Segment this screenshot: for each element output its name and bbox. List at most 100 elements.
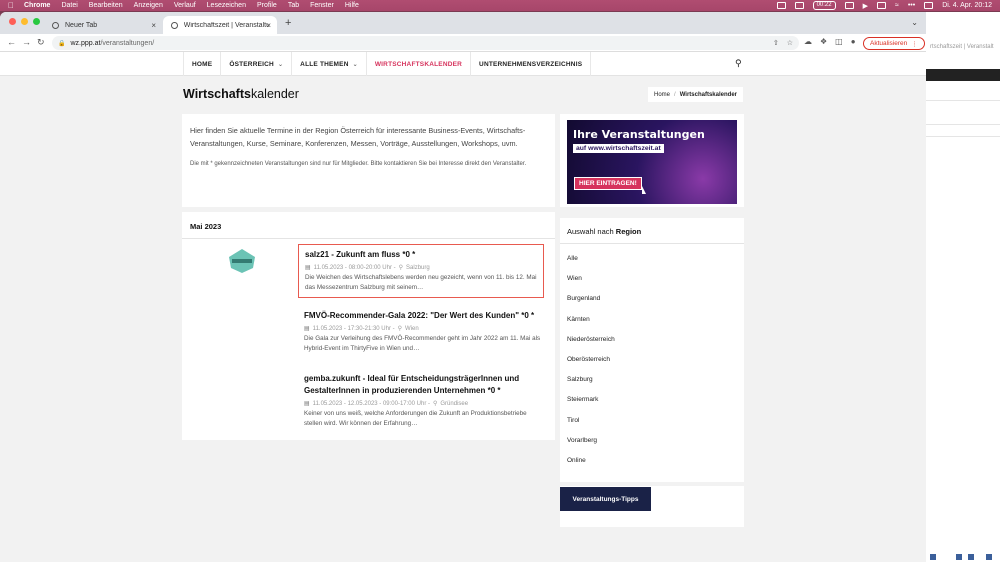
minimize-window-button[interactable] [21, 18, 28, 25]
sidepanel-icon[interactable]: ◫ [835, 37, 843, 46]
profile-icon[interactable]: ● [851, 37, 856, 46]
wifi-icon[interactable]: ≈ [895, 2, 899, 9]
menu-fenster[interactable]: Fenster [310, 2, 334, 9]
dock-app-icon[interactable] [968, 554, 974, 560]
apple-icon[interactable]:  [8, 1, 14, 10]
browser-window: Neuer Tab × Wirtschaftszeit | Veranstalt… [0, 12, 926, 562]
capture-icon[interactable] [844, 2, 854, 9]
region-item-wien[interactable]: Wien [567, 272, 737, 292]
region-item-kaernten[interactable]: Kärnten [567, 313, 737, 333]
region-item-vorarlberg[interactable]: Vorarlberg [567, 434, 737, 454]
nav-alle-themen[interactable]: ALLE THEMEN ⌄ [291, 52, 366, 76]
breadcrumb-home[interactable]: Home [654, 92, 670, 98]
nav-label: ALLE THEMEN [300, 60, 349, 68]
tab-search-chevron-icon[interactable]: ⌄ [911, 18, 918, 27]
nav-label: HOME [192, 60, 213, 68]
battery-icon[interactable] [876, 2, 886, 9]
more-dots-icon[interactable]: ••• [908, 2, 915, 9]
page-title-bold: Wirtschafts [183, 87, 251, 101]
event-logo[interactable] [227, 248, 257, 274]
forward-icon[interactable]: → [22, 37, 31, 47]
banner-image[interactable]: Ihre Veranstaltungen auf www.wirtschafts… [567, 120, 737, 204]
menu-hilfe[interactable]: Hilfe [345, 2, 359, 9]
lock-icon[interactable]: 🔒 [58, 40, 65, 47]
page-title-rest: kalender [250, 87, 299, 101]
region-heading: Auswahl nach Region [560, 218, 744, 244]
region-item-tirol[interactable]: Tirol [567, 414, 737, 434]
clock[interactable]: Di. 4. Apr. 20:12 [942, 2, 992, 9]
control-center-icon[interactable] [924, 2, 934, 9]
zoom-window-button[interactable] [33, 18, 40, 25]
event-title[interactable]: gemba.zukunft - Ideal für Entscheidungst… [304, 373, 544, 397]
region-list: Alle Wien Burgenland Kärnten Niederöster… [560, 244, 744, 474]
tab-wirtschaftszeit[interactable]: Wirtschaftszeit | Veranstaltungs × [163, 16, 277, 34]
dock-app-icon[interactable] [986, 554, 992, 560]
address-bar[interactable]: 🔒 wz.ppp.at/veranstaltungen/ ⇧ ☆ [52, 36, 799, 50]
screen-icon[interactable] [776, 2, 786, 9]
region-item-steiermark[interactable]: Steiermark [567, 393, 737, 413]
bookmark-star-icon[interactable]: ☆ [787, 39, 793, 47]
menu-lesezeichen[interactable]: Lesezeichen [207, 2, 246, 9]
menu-tab[interactable]: Tab [288, 2, 299, 9]
region-item-alle[interactable]: Alle [567, 252, 737, 272]
region-item-oberoesterreich[interactable]: Oberösterreich [567, 353, 737, 373]
nav-wirtschaftskalender[interactable]: WIRTSCHAFTSKALENDER [365, 52, 470, 76]
close-tab-icon[interactable]: × [266, 21, 271, 30]
search-icon[interactable]: ⚲ [735, 58, 742, 69]
menu-bearbeiten[interactable]: Bearbeiten [89, 2, 123, 9]
event-item[interactable]: FMVÖ-Recommender-Gala 2022: "Der Wert de… [304, 310, 544, 354]
background-window-bar [926, 69, 1000, 81]
dock-app-icon[interactable] [956, 554, 962, 560]
window-controls [9, 18, 40, 25]
location-pin-icon: ⚲ [397, 326, 403, 332]
calendar-icon[interactable] [794, 2, 804, 9]
close-window-button[interactable] [9, 18, 16, 25]
region-item-burgenland[interactable]: Burgenland [567, 292, 737, 312]
timer-badge[interactable]: 00:22 [812, 1, 836, 10]
update-button-label: Aktualisieren [870, 40, 908, 47]
cloud-icon[interactable]: ☁ [804, 37, 812, 46]
browser-toolbar: ← → ↻ 🔒 wz.ppp.at/veranstaltungen/ ⇧ ☆ ☁… [0, 34, 926, 52]
members-note: Die mit * gekennzeichneten Veranstaltung… [190, 161, 527, 167]
play-icon[interactable]: ▶ [863, 2, 868, 10]
menu-profile[interactable]: Profile [257, 2, 277, 9]
update-button[interactable]: Aktualisieren ⋮ [863, 37, 925, 50]
site-navigation: HOME ÖSTERREICH ⌄ ALLE THEMEN ⌄ WIRTSCHAFT… [0, 52, 926, 76]
region-item-salzburg[interactable]: Salzburg [567, 373, 737, 393]
nav-label: UNTERNEHMENSVERZEICHNIS [479, 60, 583, 68]
menu-datei[interactable]: Datei [61, 2, 77, 9]
tab-neuer-tab[interactable]: Neuer Tab × [44, 16, 162, 34]
event-item[interactable]: gemba.zukunft - Ideal für Entscheidungst… [304, 373, 544, 429]
veranstaltungs-tipps-button[interactable]: Veranstaltungs-Tipps [560, 487, 651, 511]
reload-icon[interactable]: ↻ [37, 37, 45, 48]
month-heading: Mai 2023 [182, 212, 555, 239]
nav-unternehmensverzeichnis[interactable]: UNTERNEHMENSVERZEICHNIS [470, 52, 592, 76]
region-heading-bold: Region [615, 227, 642, 236]
event-meta: ▤ 11.05.2023 - 08:00-20:00 Uhr - ⚲ Salzb… [305, 264, 537, 272]
nav-home[interactable]: HOME [183, 52, 220, 76]
event-title[interactable]: salz21 - Zukunft am fluss *0 * [305, 249, 537, 261]
divider [926, 136, 1000, 137]
share-icon[interactable]: ⇧ [773, 39, 779, 47]
divider [926, 124, 1000, 125]
menu-app-chrome[interactable]: Chrome [24, 2, 50, 9]
menu-anzeigen[interactable]: Anzeigen [134, 2, 163, 9]
chevron-down-icon: ⌄ [352, 61, 358, 68]
close-tab-icon[interactable]: × [151, 21, 156, 30]
back-icon[interactable]: ← [7, 37, 16, 47]
extensions-icon[interactable]: ❖ [820, 37, 827, 46]
menu-verlauf[interactable]: Verlauf [174, 2, 196, 9]
region-item-niederoesterreich[interactable]: Niederösterreich [567, 333, 737, 353]
event-meta: ▤ 11.05.2023 - 17:30-21:30 Uhr - ⚲ Wien [304, 325, 544, 333]
calendar-icon: ▤ [305, 265, 311, 271]
region-heading-prefix: Auswahl nach [567, 227, 616, 236]
event-title[interactable]: FMVÖ-Recommender-Gala 2022: "Der Wert de… [304, 310, 544, 322]
new-tab-button[interactable]: + [285, 17, 291, 29]
event-description: Die Gala zur Verleihung des FMVÖ-Recomme… [304, 335, 541, 352]
dock-app-icon[interactable] [930, 554, 936, 560]
banner-cta-button[interactable]: HIER EINTRAGEN! [574, 177, 642, 190]
tab-strip: Neuer Tab × Wirtschaftszeit | Veranstalt… [0, 12, 926, 34]
nav-oesterreich[interactable]: ÖSTERREICH ⌄ [220, 52, 291, 76]
event-item-highlighted[interactable]: salz21 - Zukunft am fluss *0 * ▤ 11.05.2… [298, 244, 544, 298]
region-item-online[interactable]: Online [567, 454, 737, 474]
